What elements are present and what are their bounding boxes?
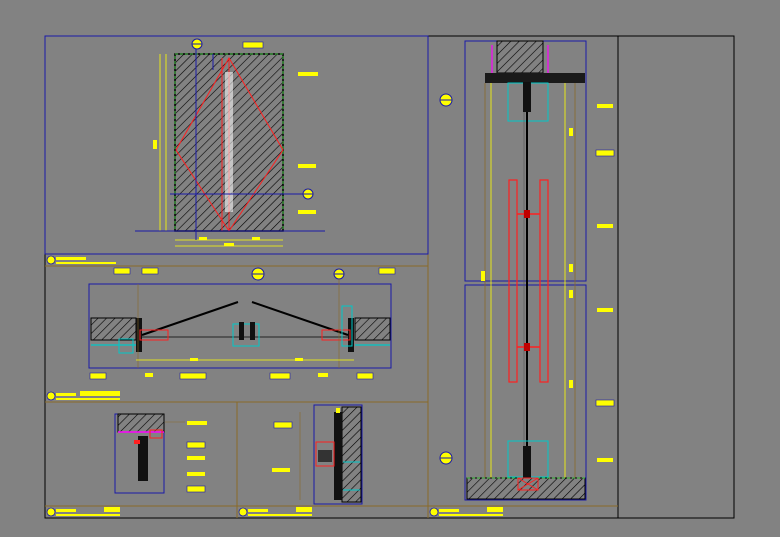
title-bubble-icon <box>46 391 56 401</box>
title-bubble-icon <box>46 255 56 265</box>
dimension-tag-icon <box>141 267 159 275</box>
title-bubble-icon <box>238 507 248 517</box>
dimension-tag-icon <box>186 485 206 493</box>
sheet-frame <box>44 35 735 519</box>
dimension-tag-icon <box>595 399 615 407</box>
right-wall-hatch <box>354 317 391 341</box>
dimension-tag-icon <box>113 267 131 275</box>
dimension-tag-icon <box>186 441 206 449</box>
dimension-tag-icon <box>273 421 293 429</box>
vertical-section-view <box>429 40 615 517</box>
dimension-tag-icon <box>356 372 374 380</box>
detail-left-view <box>46 413 207 517</box>
ceiling-slab-hatch <box>496 40 544 74</box>
detail-middle-view <box>238 404 363 517</box>
dimension-tag-icon <box>269 372 291 380</box>
plan-section-view <box>46 267 396 401</box>
dimension-tag-icon <box>242 41 264 49</box>
door-elevation-view <box>44 35 429 265</box>
floor-slab-hatch <box>466 477 586 500</box>
dimension-tag-icon <box>595 149 615 157</box>
title-bubble-icon <box>46 507 56 517</box>
dimension-tag-icon <box>89 372 107 380</box>
dimension-tag-icon <box>378 267 396 275</box>
dimension-tag-icon <box>179 372 207 380</box>
left-wall-hatch <box>90 317 137 341</box>
cad-drawing-sheet <box>44 35 735 519</box>
title-bubble-icon <box>429 507 439 517</box>
